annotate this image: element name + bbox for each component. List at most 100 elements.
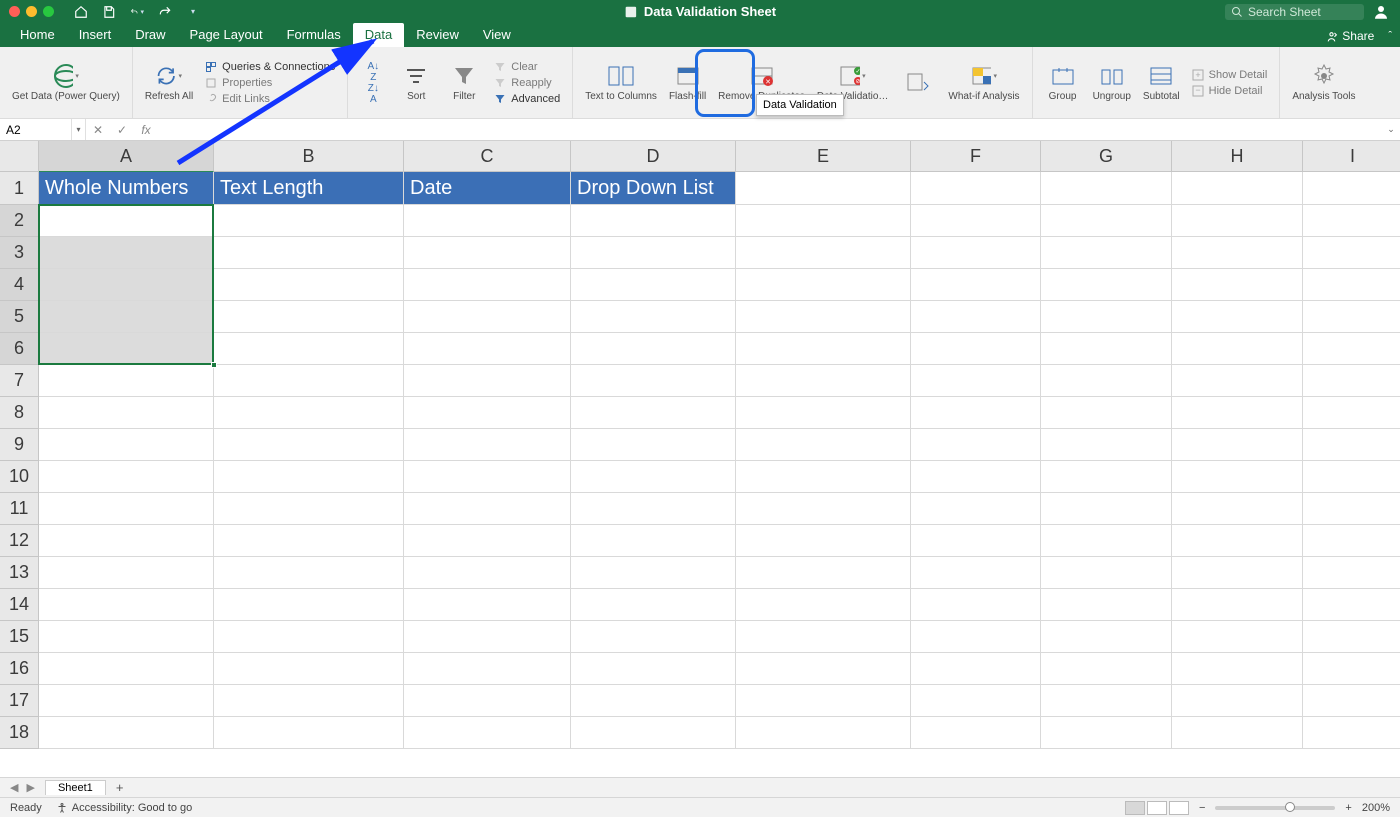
- cell-D10[interactable]: [571, 461, 736, 493]
- cell-B9[interactable]: [214, 429, 404, 461]
- cell-A12[interactable]: [39, 525, 214, 557]
- cell-I16[interactable]: [1303, 653, 1400, 685]
- cell-D2[interactable]: [571, 205, 736, 237]
- row-header-7[interactable]: 7: [0, 365, 39, 397]
- sheet-nav-next[interactable]: ▶: [26, 781, 34, 794]
- fill-handle[interactable]: [211, 362, 217, 368]
- flash-fill-button[interactable]: Flash-fill: [665, 61, 710, 104]
- cell-E11[interactable]: [736, 493, 911, 525]
- clear-filter-button[interactable]: Clear: [490, 59, 564, 75]
- cell-A17[interactable]: [39, 685, 214, 717]
- cell-C8[interactable]: [404, 397, 571, 429]
- cell-G14[interactable]: [1041, 589, 1172, 621]
- cell-E4[interactable]: [736, 269, 911, 301]
- cell-F3[interactable]: [911, 237, 1041, 269]
- row-header-4[interactable]: 4: [0, 269, 39, 301]
- close-icon[interactable]: [9, 6, 20, 17]
- cell-B11[interactable]: [214, 493, 404, 525]
- cell-B3[interactable]: [214, 237, 404, 269]
- accessibility-status[interactable]: Accessibility: Good to go: [56, 802, 192, 814]
- cell-D14[interactable]: [571, 589, 736, 621]
- cell-I4[interactable]: [1303, 269, 1400, 301]
- cell-A1[interactable]: Whole Numbers: [39, 172, 214, 205]
- cell-F2[interactable]: [911, 205, 1041, 237]
- zoom-in-button[interactable]: +: [1345, 802, 1351, 814]
- sheet-nav-prev[interactable]: ◀: [10, 781, 18, 794]
- cell-H14[interactable]: [1172, 589, 1303, 621]
- text-to-columns-button[interactable]: Text to Columns: [581, 61, 661, 104]
- save-icon[interactable]: [102, 5, 116, 19]
- cell-D16[interactable]: [571, 653, 736, 685]
- cell-I10[interactable]: [1303, 461, 1400, 493]
- properties-button[interactable]: Properties: [201, 75, 339, 91]
- cell-H9[interactable]: [1172, 429, 1303, 461]
- row-header-17[interactable]: 17: [0, 685, 39, 717]
- cell-A9[interactable]: [39, 429, 214, 461]
- cell-I17[interactable]: [1303, 685, 1400, 717]
- redo-icon[interactable]: [158, 5, 172, 19]
- tab-draw[interactable]: Draw: [123, 23, 177, 47]
- cell-H10[interactable]: [1172, 461, 1303, 493]
- row-header-6[interactable]: 6: [0, 333, 39, 365]
- queries-connections-button[interactable]: Queries & Connections: [201, 59, 339, 75]
- cell-H6[interactable]: [1172, 333, 1303, 365]
- cell-D5[interactable]: [571, 301, 736, 333]
- show-detail-button[interactable]: +Show Detail: [1188, 67, 1272, 83]
- cell-D15[interactable]: [571, 621, 736, 653]
- cell-E13[interactable]: [736, 557, 911, 589]
- tab-insert[interactable]: Insert: [67, 23, 124, 47]
- cell-I14[interactable]: [1303, 589, 1400, 621]
- view-normal-button[interactable]: [1125, 801, 1145, 815]
- user-icon[interactable]: [1372, 3, 1390, 21]
- cell-C3[interactable]: [404, 237, 571, 269]
- cell-F6[interactable]: [911, 333, 1041, 365]
- column-header-I[interactable]: I: [1303, 141, 1400, 172]
- cell-E14[interactable]: [736, 589, 911, 621]
- cell-H13[interactable]: [1172, 557, 1303, 589]
- cell-B18[interactable]: [214, 717, 404, 749]
- cell-E15[interactable]: [736, 621, 911, 653]
- cell-E5[interactable]: [736, 301, 911, 333]
- cell-B1[interactable]: Text Length: [214, 172, 404, 205]
- cell-G12[interactable]: [1041, 525, 1172, 557]
- cell-B6[interactable]: [214, 333, 404, 365]
- cell-A7[interactable]: [39, 365, 214, 397]
- tab-page-layout[interactable]: Page Layout: [178, 23, 275, 47]
- cell-B15[interactable]: [214, 621, 404, 653]
- cell-F5[interactable]: [911, 301, 1041, 333]
- cell-I5[interactable]: [1303, 301, 1400, 333]
- filter-button[interactable]: Filter: [442, 61, 486, 104]
- cell-D7[interactable]: [571, 365, 736, 397]
- group-button[interactable]: Group: [1041, 61, 1085, 104]
- cell-D4[interactable]: [571, 269, 736, 301]
- edit-links-button[interactable]: Edit Links: [201, 91, 339, 107]
- cell-E16[interactable]: [736, 653, 911, 685]
- name-box-dropdown[interactable]: ▾: [72, 119, 86, 140]
- search-input[interactable]: [1248, 5, 1358, 19]
- zoom-out-button[interactable]: −: [1199, 802, 1205, 814]
- cell-G5[interactable]: [1041, 301, 1172, 333]
- subtotal-button[interactable]: Subtotal: [1139, 61, 1184, 104]
- cell-E1[interactable]: [736, 172, 911, 205]
- cell-B7[interactable]: [214, 365, 404, 397]
- row-header-14[interactable]: 14: [0, 589, 39, 621]
- cell-H15[interactable]: [1172, 621, 1303, 653]
- column-header-D[interactable]: D: [571, 141, 736, 172]
- get-data-button[interactable]: ▾ Get Data (Power Query): [8, 61, 124, 104]
- share-button[interactable]: Share ˆ: [1325, 29, 1400, 47]
- cell-H2[interactable]: [1172, 205, 1303, 237]
- column-header-B[interactable]: B: [214, 141, 404, 172]
- cell-C11[interactable]: [404, 493, 571, 525]
- row-header-3[interactable]: 3: [0, 237, 39, 269]
- formula-bar-expand[interactable]: ⌄: [1382, 124, 1400, 135]
- home-icon[interactable]: [74, 5, 88, 19]
- cell-A2[interactable]: [39, 205, 214, 237]
- cell-F17[interactable]: [911, 685, 1041, 717]
- cell-G1[interactable]: [1041, 172, 1172, 205]
- row-header-5[interactable]: 5: [0, 301, 39, 333]
- cell-H11[interactable]: [1172, 493, 1303, 525]
- name-box[interactable]: [0, 119, 72, 140]
- cell-H18[interactable]: [1172, 717, 1303, 749]
- collapse-ribbon-icon[interactable]: ˆ: [1388, 30, 1392, 42]
- cell-G8[interactable]: [1041, 397, 1172, 429]
